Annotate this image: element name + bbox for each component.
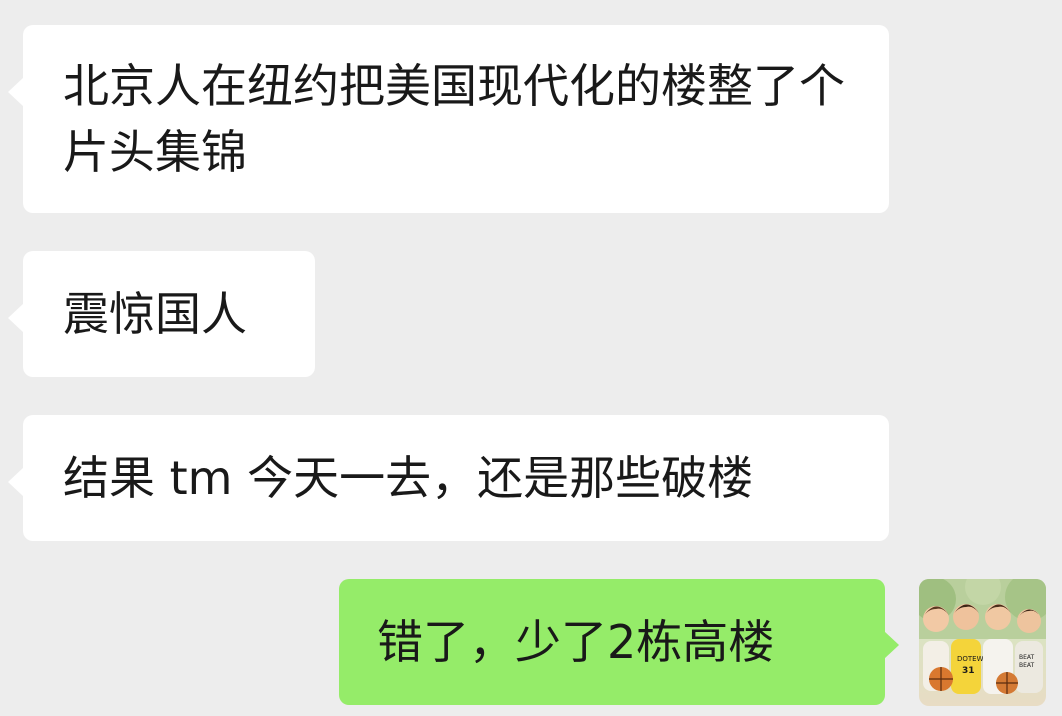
incoming-message-bubble[interactable]: 结果 tm 今天一去，还是那些破楼 <box>8 415 889 541</box>
message-text: 结果 tm 今天一去，还是那些破楼 <box>63 451 754 505</box>
incoming-message-bubble[interactable]: 震惊国人 <box>8 251 315 377</box>
cartoon-boys-basketball-avatar-icon: DOTEW 31 BEAT BEAT <box>919 579 1046 694</box>
jersey-text: DOTEW <box>957 655 984 663</box>
message-text: 错了，少了2栋高楼 <box>377 615 775 669</box>
incoming-message-bubble[interactable]: 北京人在纽约把美国现代化的楼整了个片头集锦 <box>8 25 889 213</box>
message-text: 震惊国人 <box>63 287 247 341</box>
outgoing-message-bubble[interactable]: 错了，少了2栋高楼 <box>339 579 899 705</box>
chat-message-list[interactable]: 北京人在纽约把美国现代化的楼整了个片头集锦 震惊国人 结果 tm 今天一去，还是… <box>0 0 1062 716</box>
message-text: 北京人在纽约把美国现代化的楼整了个片头集锦 <box>63 59 845 179</box>
jersey-text: BEAT <box>1019 662 1035 669</box>
jersey-number: 31 <box>962 666 975 676</box>
jersey-text: BEAT <box>1019 654 1035 661</box>
avatar[interactable]: DOTEW 31 BEAT BEAT <box>919 579 1046 706</box>
